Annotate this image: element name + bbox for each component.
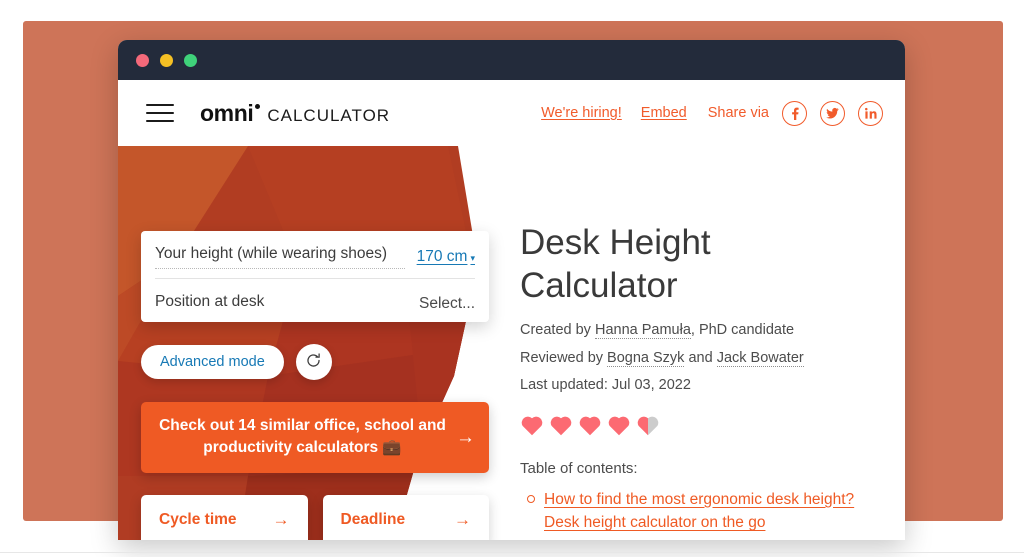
created-by-suffix: , PhD candidate	[690, 322, 795, 339]
chevron-down-icon: ▾	[470, 252, 475, 263]
window-minimize-button[interactable]	[160, 53, 173, 67]
browser-window: omni CALCULATOR We're hiring! Embed Shar…	[118, 40, 905, 540]
table-of-contents-list: How to find the most ergonomic desk heig…	[520, 488, 860, 535]
related-calculator-deadline[interactable]: Deadline →	[322, 494, 489, 540]
heart-icon-2[interactable]	[549, 414, 573, 436]
created-by-prefix: Created by	[520, 322, 595, 339]
heart-icon-3[interactable]	[578, 414, 602, 436]
toc-link-1[interactable]: How to find the most ergonomic desk heig…	[544, 491, 854, 531]
similar-calculators-text: Check out 14 similar office, school and …	[159, 416, 446, 457]
related-calculator-cycle-time[interactable]: Cycle time →	[141, 494, 308, 540]
twitter-icon[interactable]	[820, 100, 845, 126]
page-title: Desk Height Calculator	[520, 223, 711, 306]
brand-logo[interactable]: omni CALCULATOR	[200, 100, 390, 127]
embed-link[interactable]: Embed	[641, 105, 687, 121]
related-label: Cycle time	[159, 510, 237, 528]
similar-calculators-banner[interactable]: Check out 14 similar office, school and …	[141, 401, 489, 473]
reviewed-by-prefix: Reviewed by	[520, 349, 608, 366]
reviewed-by-line: Reviewed by Bogna Szyk and Jack Bowater	[520, 349, 860, 367]
arrow-right-icon: →	[456, 426, 475, 448]
brand-name-omni: omni	[200, 99, 254, 126]
reviewer-one-link[interactable]: Bogna Szyk	[607, 349, 685, 367]
calculator-row-height: Your height (while wearing shoes) 170 cm…	[155, 231, 475, 278]
table-of-contents-title: Table of contents:	[520, 459, 638, 477]
reset-button[interactable]	[295, 343, 332, 380]
list-item: How to find the most ergonomic desk heig…	[527, 488, 860, 535]
related-calculators-row: Cycle time → Deadline →	[141, 494, 489, 540]
brand-name-calculator: CALCULATOR	[267, 105, 391, 125]
calculator-column: Your height (while wearing shoes) 170 cm…	[141, 231, 489, 540]
heart-icon-1[interactable]	[520, 414, 544, 436]
share-via-label: Share via	[707, 105, 769, 121]
header-actions: We're hiring! Embed Share via	[541, 100, 883, 126]
window-maximize-button[interactable]	[184, 53, 197, 67]
related-label: Deadline	[340, 510, 406, 528]
reviewed-conjunction: and	[684, 349, 717, 366]
position-field-label: Position at desk	[155, 292, 265, 310]
last-updated-line: Last updated: Jul 03, 2022	[520, 377, 691, 394]
author-link[interactable]: Hanna Pamuła	[594, 322, 691, 340]
rating-hearts[interactable]	[520, 414, 860, 436]
were-hiring-link[interactable]: We're hiring!	[541, 105, 622, 121]
arrow-right-icon: →	[454, 510, 471, 530]
window-close-button[interactable]	[136, 53, 149, 67]
browser-titlebar	[118, 40, 905, 80]
site-header: omni CALCULATOR We're hiring! Embed Shar…	[118, 80, 905, 146]
linkedin-icon[interactable]	[858, 100, 883, 126]
brand-dot-icon	[255, 103, 261, 109]
page-bottom-divider	[0, 552, 1024, 553]
reset-icon	[305, 352, 322, 372]
created-by-line: Created by Hanna Pamuła, PhD candidate	[520, 322, 860, 340]
calculator-controls: Advanced mode	[141, 343, 489, 380]
calculator-row-position: Position at desk Select...	[155, 277, 475, 322]
height-value-text: 170 cm	[416, 247, 468, 265]
height-field-label: Your height (while wearing shoes)	[155, 244, 405, 269]
facebook-icon[interactable]	[782, 100, 807, 126]
reviewer-two-link[interactable]: Jack Bowater	[716, 349, 804, 367]
heart-icon-4[interactable]	[607, 414, 631, 436]
article-column: Desk Height Calculator Created by Hanna …	[520, 221, 860, 538]
height-value-dropdown[interactable]: 170 cm ▾	[417, 248, 475, 269]
calculator-card: Your height (while wearing shoes) 170 cm…	[141, 231, 489, 322]
heart-icon-5-half[interactable]	[636, 414, 660, 436]
site-body: Your height (while wearing shoes) 170 cm…	[118, 146, 905, 540]
advanced-mode-button[interactable]: Advanced mode	[141, 344, 284, 379]
hamburger-menu-icon[interactable]	[146, 104, 174, 122]
position-select-dropdown[interactable]: Select...	[419, 295, 475, 313]
arrow-right-icon: →	[272, 510, 290, 530]
